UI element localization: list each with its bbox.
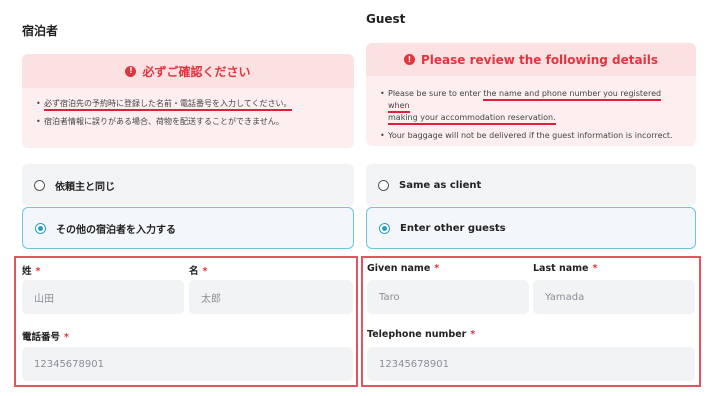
radio-button-selected[interactable] bbox=[379, 222, 390, 234]
notice-box: ! Please review the following details Pl… bbox=[366, 43, 696, 146]
radio-button[interactable] bbox=[34, 179, 45, 191]
option-enter-other-guests[interactable]: Enter other guests bbox=[366, 207, 696, 249]
option-label: その他の宿泊者を入力する bbox=[56, 224, 176, 236]
option-label: Enter other guests bbox=[400, 222, 506, 234]
notice-line: Please be sure to enter the name and pho… bbox=[380, 88, 684, 125]
section-title: 宿泊者 bbox=[22, 24, 59, 38]
placeholder-text: Taro bbox=[379, 291, 400, 303]
placeholder-text: 12345678901 bbox=[34, 358, 104, 370]
phone-label: 電話番号 * bbox=[22, 332, 69, 343]
given-name-input[interactable]: Taro bbox=[367, 280, 529, 314]
last-name-label: 姓 * bbox=[22, 266, 41, 277]
placeholder-text: Yamada bbox=[545, 291, 585, 303]
last-name-label: Last name * bbox=[533, 263, 598, 274]
given-name-label: Given name * bbox=[367, 263, 440, 274]
notice-header: ! Please review the following details bbox=[366, 43, 696, 76]
first-name-label: 名 * bbox=[189, 266, 208, 277]
exclamation-circle-icon: ! bbox=[125, 65, 137, 77]
option-same-as-client[interactable]: Same as client bbox=[366, 164, 696, 206]
first-name-input[interactable]: 太郎 bbox=[189, 280, 353, 314]
section-title: Guest bbox=[366, 12, 406, 26]
option-label: 依頼主と同じ bbox=[55, 181, 115, 193]
last-name-input[interactable]: 山田 bbox=[22, 280, 184, 314]
notice-line-text-highlight: making your accommodation reservation. bbox=[388, 113, 556, 125]
radio-button-selected[interactable] bbox=[35, 222, 46, 234]
phone-input[interactable]: 12345678901 bbox=[367, 347, 695, 381]
option-label: Same as client bbox=[399, 179, 482, 191]
option-same-as-client[interactable]: 依頼主と同じ bbox=[22, 164, 354, 206]
placeholder-text: 太郎 bbox=[201, 293, 221, 305]
notice-line-text: 宿泊者情報に誤りがある場合、荷物を配送することができません。 bbox=[44, 117, 284, 126]
option-enter-other-guests[interactable]: その他の宿泊者を入力する bbox=[22, 207, 354, 249]
placeholder-text: 山田 bbox=[34, 293, 54, 305]
radio-button[interactable] bbox=[378, 179, 389, 191]
notice-box: ! 必ずご確認ください 必ず宿泊先の予約時に登録した名前・電話番号を入力してくだ… bbox=[22, 54, 354, 148]
notice-line-text: 必ず宿泊先の予約時に登録した名前・電話番号を入力してください。 bbox=[44, 99, 292, 111]
last-name-input[interactable]: Yamada bbox=[533, 280, 695, 314]
notice-line-text: Your baggage will not be delivered if th… bbox=[388, 131, 673, 140]
notice-header: ! 必ずご確認ください bbox=[22, 54, 354, 88]
notice-line: Your baggage will not be delivered if th… bbox=[380, 130, 684, 142]
notice-title: Please review the following details bbox=[421, 52, 658, 67]
notice-body: 必ず宿泊先の予約時に登録した名前・電話番号を入力してください。 宿泊者情報に誤り… bbox=[22, 88, 354, 128]
exclamation-circle-icon: ! bbox=[404, 54, 415, 65]
notice-line: 必ず宿泊先の予約時に登録した名前・電話番号を入力してください。 bbox=[36, 98, 342, 111]
notice-body: Please be sure to enter the name and pho… bbox=[366, 76, 696, 142]
notice-title: 必ずご確認ください bbox=[142, 64, 251, 79]
placeholder-text: 12345678901 bbox=[379, 358, 449, 370]
notice-line: 宿泊者情報に誤りがある場合、荷物を配送することができません。 bbox=[36, 116, 342, 128]
phone-input[interactable]: 12345678901 bbox=[22, 347, 353, 381]
notice-line-text: Please be sure to enter bbox=[388, 89, 484, 98]
phone-label: Telephone number * bbox=[367, 329, 476, 340]
